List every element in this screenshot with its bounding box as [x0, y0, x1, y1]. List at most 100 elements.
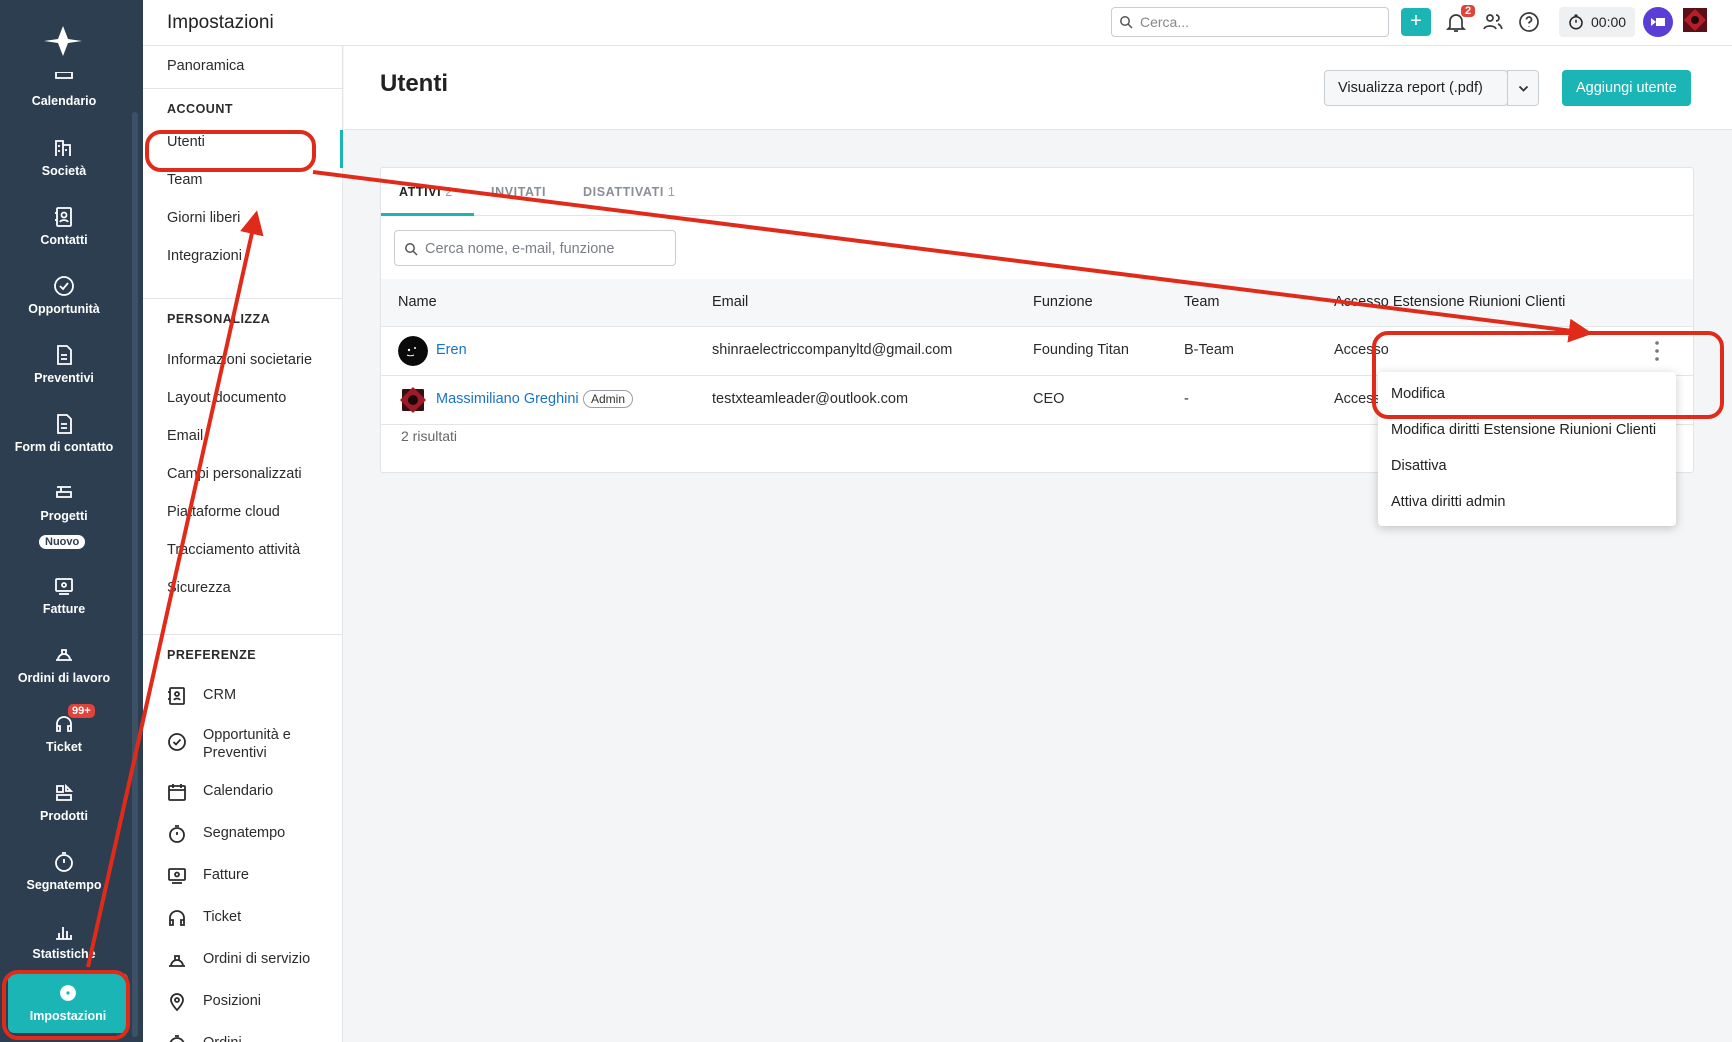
- report-dropdown-button[interactable]: [1507, 70, 1539, 106]
- nav-item-ordini-di-lavoro[interactable]: Ordini di lavoro: [0, 641, 128, 701]
- menu-item-attiva-admin[interactable]: Attiva diritti admin: [1391, 494, 1505, 510]
- stopwatch-icon: [167, 1034, 187, 1042]
- user-name-link[interactable]: Massimiliano Greghini: [436, 391, 579, 407]
- user-role: Founding Titan: [1033, 342, 1129, 358]
- projects-icon: [52, 481, 76, 505]
- contacts-book-icon: [167, 686, 187, 706]
- stopwatch-icon: [167, 824, 187, 844]
- nav-item-segnatempo[interactable]: Segnatempo: [0, 848, 128, 908]
- tab-count: 1: [667, 185, 676, 199]
- user-search-input[interactable]: [425, 239, 665, 259]
- subnav-item-giorni-liberi[interactable]: Giorni liberi: [167, 210, 240, 226]
- subnav-item-email[interactable]: Email: [167, 428, 203, 444]
- results-count: 2 risultati: [401, 428, 458, 444]
- tab-attivi[interactable]: ATTIVI 2: [399, 185, 453, 199]
- add-user-button[interactable]: Aggiungi utente: [1562, 70, 1691, 106]
- menu-item-modifica-diritti[interactable]: Modifica diritti Estensione Riunioni Cli…: [1391, 422, 1656, 438]
- user-name-link[interactable]: Eren: [436, 342, 467, 358]
- subnav-label: Calendario: [203, 783, 274, 799]
- settings-subnav: Panoramica ACCOUNT Utenti Team Giorni li…: [143, 46, 343, 1042]
- subnav-item-tracciamento-attivita[interactable]: Tracciamento attività: [167, 542, 300, 558]
- user-avatar: [398, 336, 428, 366]
- table-row[interactable]: Eren shinraelectriccompanyltd@gmail.com …: [381, 327, 1693, 376]
- subnav-item-panoramica[interactable]: Panoramica: [167, 58, 244, 74]
- nav-label: Impostazioni: [29, 1009, 107, 1023]
- subnav-item-team[interactable]: Team: [167, 172, 202, 188]
- subnav-item-piattaforme-cloud[interactable]: Piattaforme cloud: [167, 504, 280, 520]
- subnav-label: Ticket: [203, 909, 242, 925]
- nav-label: Form di contatto: [14, 440, 114, 454]
- nav-item-societa[interactable]: Società: [0, 134, 128, 194]
- subnav-item-informazioni-societarie[interactable]: Informazioni societarie: [167, 352, 312, 368]
- invoice-icon: [167, 866, 187, 886]
- check-circle-icon: [167, 732, 187, 752]
- subnav-item-layout-documento[interactable]: Layout documento: [167, 390, 286, 406]
- section-header-personalizza: PERSONALIZZA: [167, 312, 271, 326]
- nav-item-ticket[interactable]: Ticket 99+: [0, 704, 128, 770]
- invoice-icon: [52, 574, 76, 598]
- nav-label: Fatture: [42, 602, 86, 616]
- meeting-app-icon[interactable]: [1643, 7, 1673, 37]
- column-header-team[interactable]: Team: [1184, 294, 1219, 310]
- subnav-label: Fatture: [203, 867, 249, 883]
- stopwatch-icon: [52, 850, 76, 874]
- user-avatar: [400, 387, 426, 413]
- nav-item-progetti[interactable]: Progetti Nuovo: [0, 479, 128, 549]
- row-actions-menu: Modifica Modifica diritti Estensione Riu…: [1378, 372, 1676, 526]
- global-search[interactable]: [1111, 7, 1389, 37]
- nav-item-opportunita[interactable]: Opportunità: [0, 272, 128, 332]
- subnav-item-sicurezza[interactable]: Sicurezza: [167, 580, 231, 596]
- user-team: B-Team: [1184, 342, 1234, 358]
- column-header-email[interactable]: Email: [712, 294, 748, 310]
- nav-label: Opportunità: [28, 302, 100, 316]
- active-indicator: [340, 130, 343, 168]
- table-header: Name Email Funzione Team Accesso Estensi…: [381, 279, 1693, 327]
- quick-add-button[interactable]: +: [1401, 8, 1431, 36]
- user-role: CEO: [1033, 391, 1065, 407]
- column-header-name[interactable]: Name: [398, 294, 437, 310]
- nav-label: Preventivi: [34, 371, 94, 385]
- timer-value: 00:00: [1591, 14, 1627, 30]
- helmet-icon: [52, 643, 76, 667]
- nav-item-impostazioni[interactable]: Impostazioni: [8, 973, 128, 1033]
- subnav-item-utenti[interactable]: Utenti: [167, 134, 205, 150]
- app-sidebar: Calendario Società Contatti Opportunità …: [0, 0, 143, 1042]
- tab-disattivati[interactable]: DISATTIVATI 1: [583, 185, 675, 199]
- subnav-label: Ordini di servizio: [203, 951, 311, 967]
- nav-item-preventivi[interactable]: Preventivi: [0, 341, 128, 401]
- subnav-item-integrazioni[interactable]: Integrazioni: [167, 248, 242, 264]
- nav-label: Segnatempo: [26, 878, 102, 892]
- user-search[interactable]: [394, 230, 676, 266]
- tab-invitati[interactable]: INVITATI: [491, 185, 546, 199]
- nav-item-form-di-contatto[interactable]: Form di contatto: [0, 410, 128, 470]
- subnav-item-campi-personalizzati[interactable]: Campi personalizzati: [167, 466, 302, 482]
- sidebar-scrollbar[interactable]: [132, 112, 138, 1037]
- more-options-icon[interactable]: [1651, 339, 1663, 363]
- chevron-down-icon: [1518, 85, 1529, 92]
- column-header-accesso[interactable]: Accesso Estensione Riunioni Clienti: [1334, 294, 1565, 310]
- timer-widget[interactable]: 00:00: [1559, 7, 1635, 37]
- nav-item-contatti[interactable]: Contatti: [0, 203, 128, 263]
- user-avatar[interactable]: [1683, 8, 1707, 32]
- nav-item-statistiche[interactable]: Statistiche: [0, 917, 128, 977]
- menu-item-disattiva[interactable]: Disattiva: [1391, 458, 1447, 474]
- section-header-account: ACCOUNT: [167, 102, 233, 116]
- people-icon[interactable]: [1481, 10, 1505, 34]
- active-tab-underline: [381, 213, 474, 216]
- nav-item-fatture[interactable]: Fatture: [0, 572, 128, 632]
- help-icon[interactable]: [1517, 10, 1541, 34]
- tab-count: 2: [445, 185, 453, 199]
- tab-label: ATTIVI: [399, 185, 442, 199]
- global-search-input[interactable]: [1140, 12, 1380, 32]
- tab-label: INVITATI: [491, 185, 547, 199]
- teamleader-logo-icon[interactable]: [42, 24, 84, 58]
- menu-item-modifica[interactable]: Modifica: [1391, 386, 1445, 402]
- user-email: testxteamleader@outlook.com: [712, 391, 909, 407]
- nav-label: Calendario: [31, 94, 97, 108]
- nav-item-prodotti[interactable]: Prodotti: [0, 779, 128, 839]
- view-report-button[interactable]: Visualizza report (.pdf): [1324, 70, 1508, 106]
- column-header-funzione[interactable]: Funzione: [1033, 294, 1093, 310]
- headset-icon: [167, 908, 187, 928]
- nav-item-calendario[interactable]: Calendario: [0, 64, 128, 124]
- calendar-icon: [52, 72, 76, 82]
